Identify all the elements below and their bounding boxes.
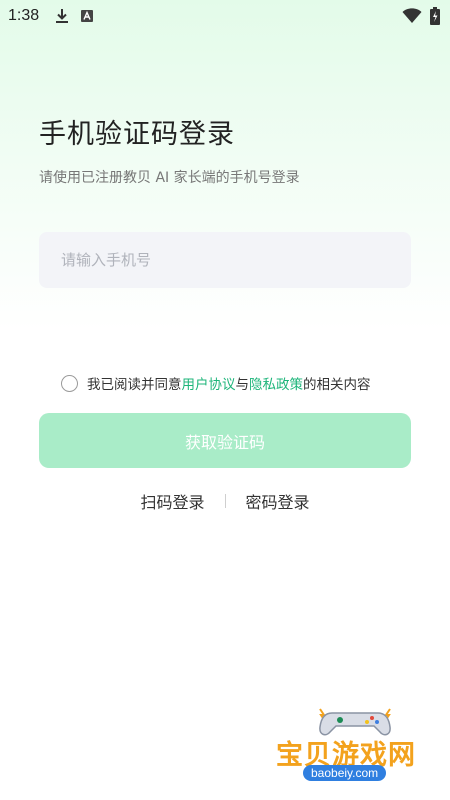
- battery-icon: [430, 7, 440, 25]
- page-title: 手机验证码登录: [39, 119, 235, 150]
- alt-login-options: 扫码登录 密码登录: [0, 487, 450, 515]
- download-icon: [55, 8, 69, 24]
- user-agreement-link[interactable]: 用户协议: [182, 373, 236, 393]
- agreement-checkbox[interactable]: [61, 374, 78, 392]
- get-code-button[interactable]: 获取验证码: [39, 413, 411, 468]
- get-code-button-label: 获取验证码: [184, 432, 265, 452]
- phone-input[interactable]: [59, 250, 411, 270]
- watermark: 宝贝游戏网 baobeiy.com: [270, 705, 445, 795]
- wifi-icon: [402, 8, 422, 24]
- watermark-url: baobeiy.com: [303, 765, 387, 781]
- agreement-suffix: 的相关内容: [303, 377, 371, 393]
- password-login-link[interactable]: 密码登录: [246, 487, 310, 515]
- scan-login-link[interactable]: 扫码登录: [140, 487, 204, 515]
- status-time: 1:38: [8, 7, 40, 24]
- alt-login-divider: [224, 494, 226, 508]
- page-subtitle: 请使用已注册教贝 AI 家长端的手机号登录: [39, 170, 300, 186]
- app-notification-icon: [81, 10, 94, 22]
- status-bar: 1:38: [0, 0, 450, 32]
- agreement-row: 我已阅读并同意 用户协议 与 隐私政策 的相关内容: [61, 373, 371, 393]
- status-right: [402, 7, 440, 25]
- agreement-and: 与: [235, 377, 250, 393]
- phone-field[interactable]: [39, 232, 411, 288]
- agreement-prefix: 我已阅读并同意: [87, 377, 182, 393]
- privacy-policy-link[interactable]: 隐私政策: [249, 373, 303, 393]
